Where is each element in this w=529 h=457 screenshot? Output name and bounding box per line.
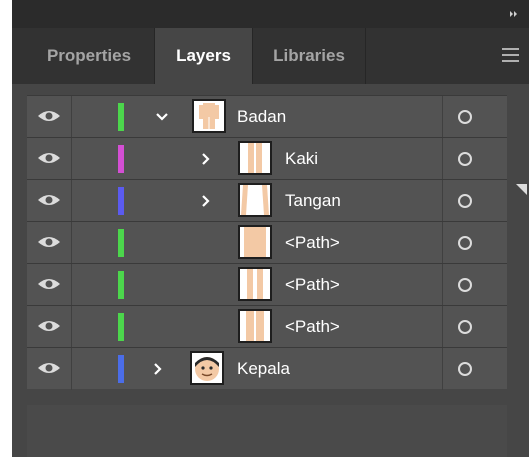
target-circle-icon[interactable] [458, 278, 472, 292]
tab-libraries[interactable]: Libraries [253, 28, 365, 84]
eye-icon[interactable] [35, 148, 63, 168]
tab-properties[interactable]: Properties [24, 28, 154, 84]
column-divider [442, 138, 443, 180]
tab-layers[interactable]: Layers [155, 28, 252, 84]
layer-thumbnail [238, 309, 272, 343]
layer-thumbnail [238, 225, 272, 259]
layer-thumbnail [238, 183, 272, 217]
layer-thumbnail [238, 267, 272, 301]
panel-top-bar [12, 0, 529, 28]
layer-row-badan[interactable]: Badan [27, 95, 507, 138]
layer-color-bar [118, 313, 124, 341]
column-divider [71, 264, 72, 306]
panel-corner-indicator [516, 184, 527, 195]
eye-icon[interactable] [35, 316, 63, 336]
eye-icon[interactable] [35, 358, 63, 378]
column-divider [442, 306, 443, 348]
chevron-right-icon[interactable] [199, 152, 213, 166]
column-divider [442, 348, 443, 390]
layer-row-path[interactable]: <Path> [27, 305, 507, 348]
chevron-right-icon[interactable] [151, 362, 165, 376]
layer-color-bar [118, 271, 124, 299]
layer-row-path[interactable]: <Path> [27, 263, 507, 306]
layer-row-kaki[interactable]: Kaki [27, 137, 507, 180]
layer-thumbnail [190, 351, 224, 385]
chevron-down-icon[interactable] [155, 110, 169, 124]
layer-color-bar [118, 187, 124, 215]
layer-color-bar [118, 145, 124, 173]
layers-panel: Properties Layers Libraries Badan Kaki T… [12, 0, 529, 457]
column-divider [71, 96, 72, 138]
layer-row-kepala[interactable]: Kepala [27, 347, 507, 390]
target-circle-icon[interactable] [458, 110, 472, 124]
layer-name[interactable]: Badan [237, 96, 286, 138]
panel-menu-icon[interactable] [502, 48, 519, 62]
eye-icon[interactable] [35, 274, 63, 294]
layer-name[interactable]: Tangan [285, 180, 341, 222]
target-circle-icon[interactable] [458, 152, 472, 166]
column-divider [71, 306, 72, 348]
collapse-panel-icon[interactable] [509, 9, 519, 19]
layer-color-bar [118, 103, 124, 131]
layer-thumbnail [192, 99, 226, 133]
column-divider [442, 180, 443, 222]
tab-divider [365, 28, 366, 84]
layer-name[interactable]: <Path> [285, 264, 340, 306]
eye-icon[interactable] [35, 106, 63, 126]
column-divider [71, 348, 72, 390]
panel-tab-bar: Properties Layers Libraries [12, 28, 529, 84]
layers-list: Badan Kaki Tangan <Path> <Path> <Path> K… [12, 84, 529, 457]
eye-icon[interactable] [35, 190, 63, 210]
target-circle-icon[interactable] [458, 362, 472, 376]
target-circle-icon[interactable] [458, 194, 472, 208]
layer-name[interactable]: <Path> [285, 306, 340, 348]
layer-row-tangan[interactable]: Tangan [27, 179, 507, 222]
layer-name[interactable]: Kepala [237, 348, 290, 390]
chevron-right-icon[interactable] [199, 194, 213, 208]
column-divider [442, 222, 443, 264]
layer-color-bar [118, 229, 124, 257]
layer-row-path[interactable]: <Path> [27, 221, 507, 264]
column-divider [442, 96, 443, 138]
target-circle-icon[interactable] [458, 320, 472, 334]
empty-layer-area [27, 405, 507, 457]
eye-icon[interactable] [35, 232, 63, 252]
layer-color-bar [118, 355, 124, 383]
layer-thumbnail [238, 141, 272, 175]
column-divider [71, 222, 72, 264]
target-circle-icon[interactable] [458, 236, 472, 250]
layer-name[interactable]: Kaki [285, 138, 318, 180]
column-divider [442, 264, 443, 306]
layer-name[interactable]: <Path> [285, 222, 340, 264]
column-divider [71, 138, 72, 180]
column-divider [71, 180, 72, 222]
